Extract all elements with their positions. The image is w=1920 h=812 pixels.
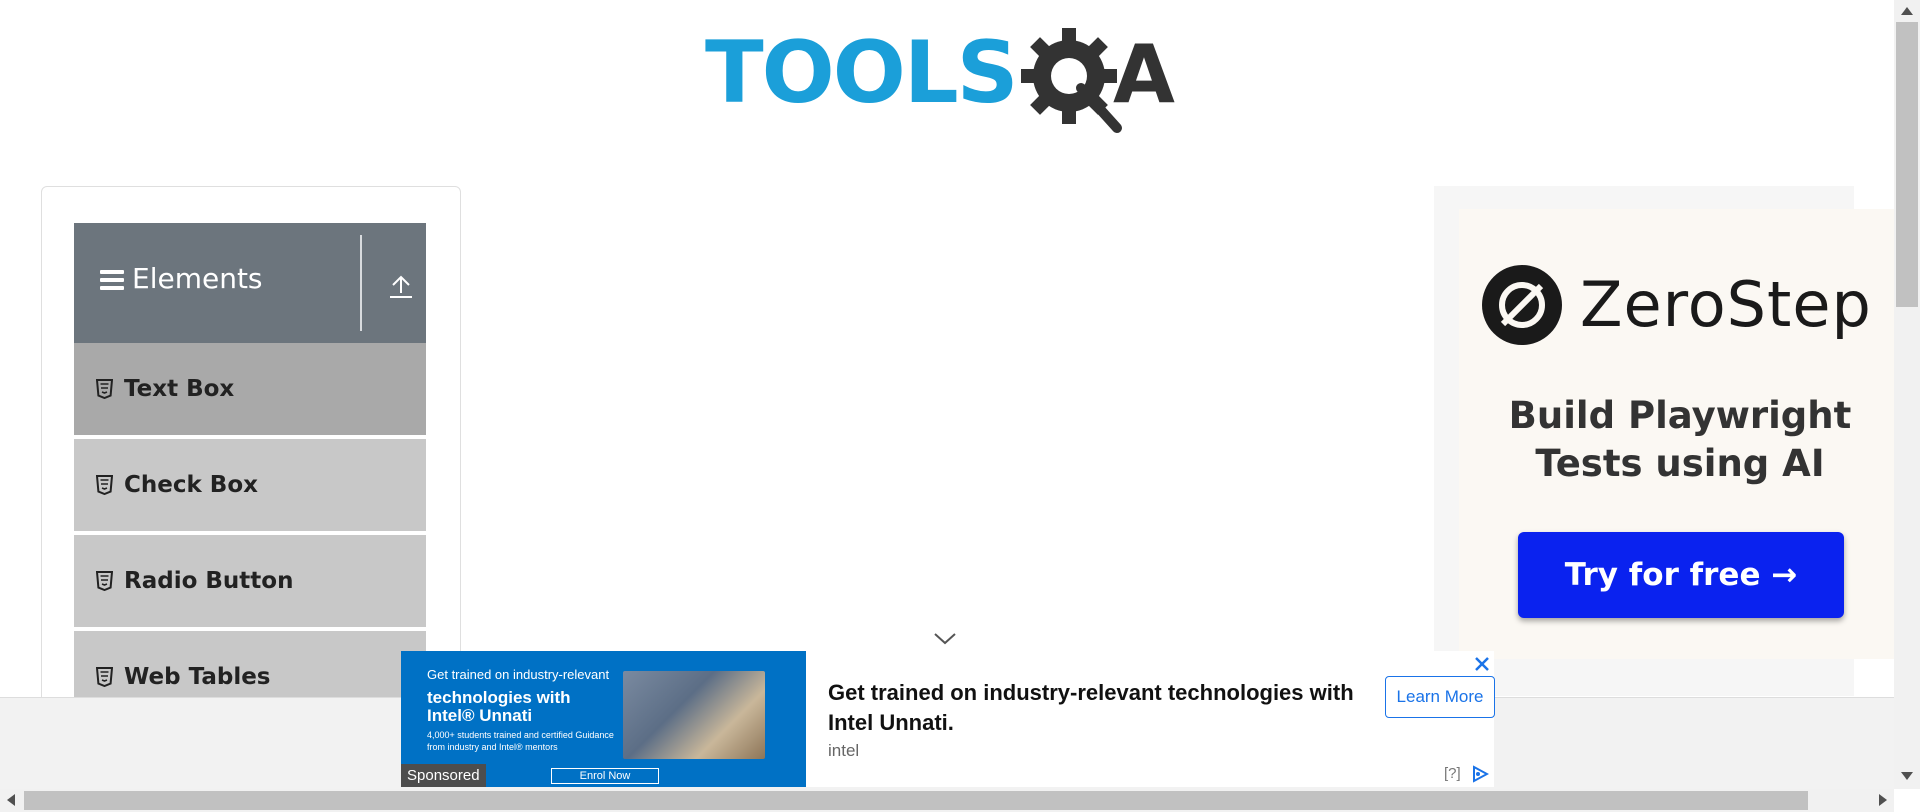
ad-headline[interactable]: Get trained on industry-relevant technol… [828,678,1388,738]
collapse-arrow-icon[interactable] [388,273,414,299]
sidebar-item-label: Text Box [124,376,235,402]
scroll-right-arrow-icon[interactable] [1878,793,1888,807]
zerostep-tagline: Build Playwright Tests using AI [1508,394,1852,485]
html5-icon [96,379,113,399]
try-for-free-button[interactable]: Try for free → [1518,532,1844,618]
ad-photo [623,671,765,759]
sidebar-item-label: Radio Button [124,568,294,594]
enrol-now-button[interactable]: Enrol Now [551,768,659,784]
adchoices-icon[interactable] [1471,765,1489,783]
elements-group-header[interactable]: Elements [74,223,426,343]
html5-icon [96,571,113,591]
sticky-ad[interactable]: Get trained on industry-relevant technol… [401,651,1495,787]
ad-image-subtext: 4,000+ students trained and certified Gu… [427,730,614,752]
group-title: Elements [132,262,263,295]
scroll-down-arrow-icon[interactable] [1900,771,1914,781]
zerostep-logo-icon [1482,265,1562,345]
hamburger-icon [100,270,124,294]
sidebar-item-radio-button[interactable]: Radio Button [74,535,426,629]
ad-image-text: Get trained on industry-relevant [427,667,610,682]
sidebar-item-text-box[interactable]: Text Box [74,343,426,437]
html5-icon [96,667,113,687]
html5-icon [96,475,113,495]
sidebar-item-label: Check Box [124,472,258,498]
toolsqa-logo[interactable]: TOOLS A [705,22,1195,134]
sidebar-item-label: Web Tables [124,664,271,690]
divider [360,235,362,331]
scroll-left-arrow-icon[interactable] [6,793,16,807]
sponsored-label: Sponsored [401,764,486,787]
ad-image-heading: technologies with Intel® Unnati [427,688,571,725]
horizontal-scroll-thumb[interactable] [24,791,1808,810]
sidebar-item-check-box[interactable]: Check Box [74,439,426,533]
ad-image[interactable]: Get trained on industry-relevant technol… [401,651,806,787]
vertical-scroll-thumb[interactable] [1896,22,1918,307]
zerostep-brand: ZeroStep [1580,268,1872,341]
scroll-up-arrow-icon[interactable] [1900,6,1914,16]
learn-more-button[interactable]: Learn More [1385,676,1495,718]
page: TOOLS A Elements Text Box Check Box Radi… [0,0,1920,812]
chevron-down-icon[interactable] [933,632,957,646]
svg-text:TOOLS: TOOLS [705,23,1017,123]
close-icon[interactable] [1472,654,1492,674]
ad-info-link[interactable]: [?] [1444,765,1461,782]
logo-a: A [1113,28,1175,121]
ad-brand: intel [828,741,860,760]
